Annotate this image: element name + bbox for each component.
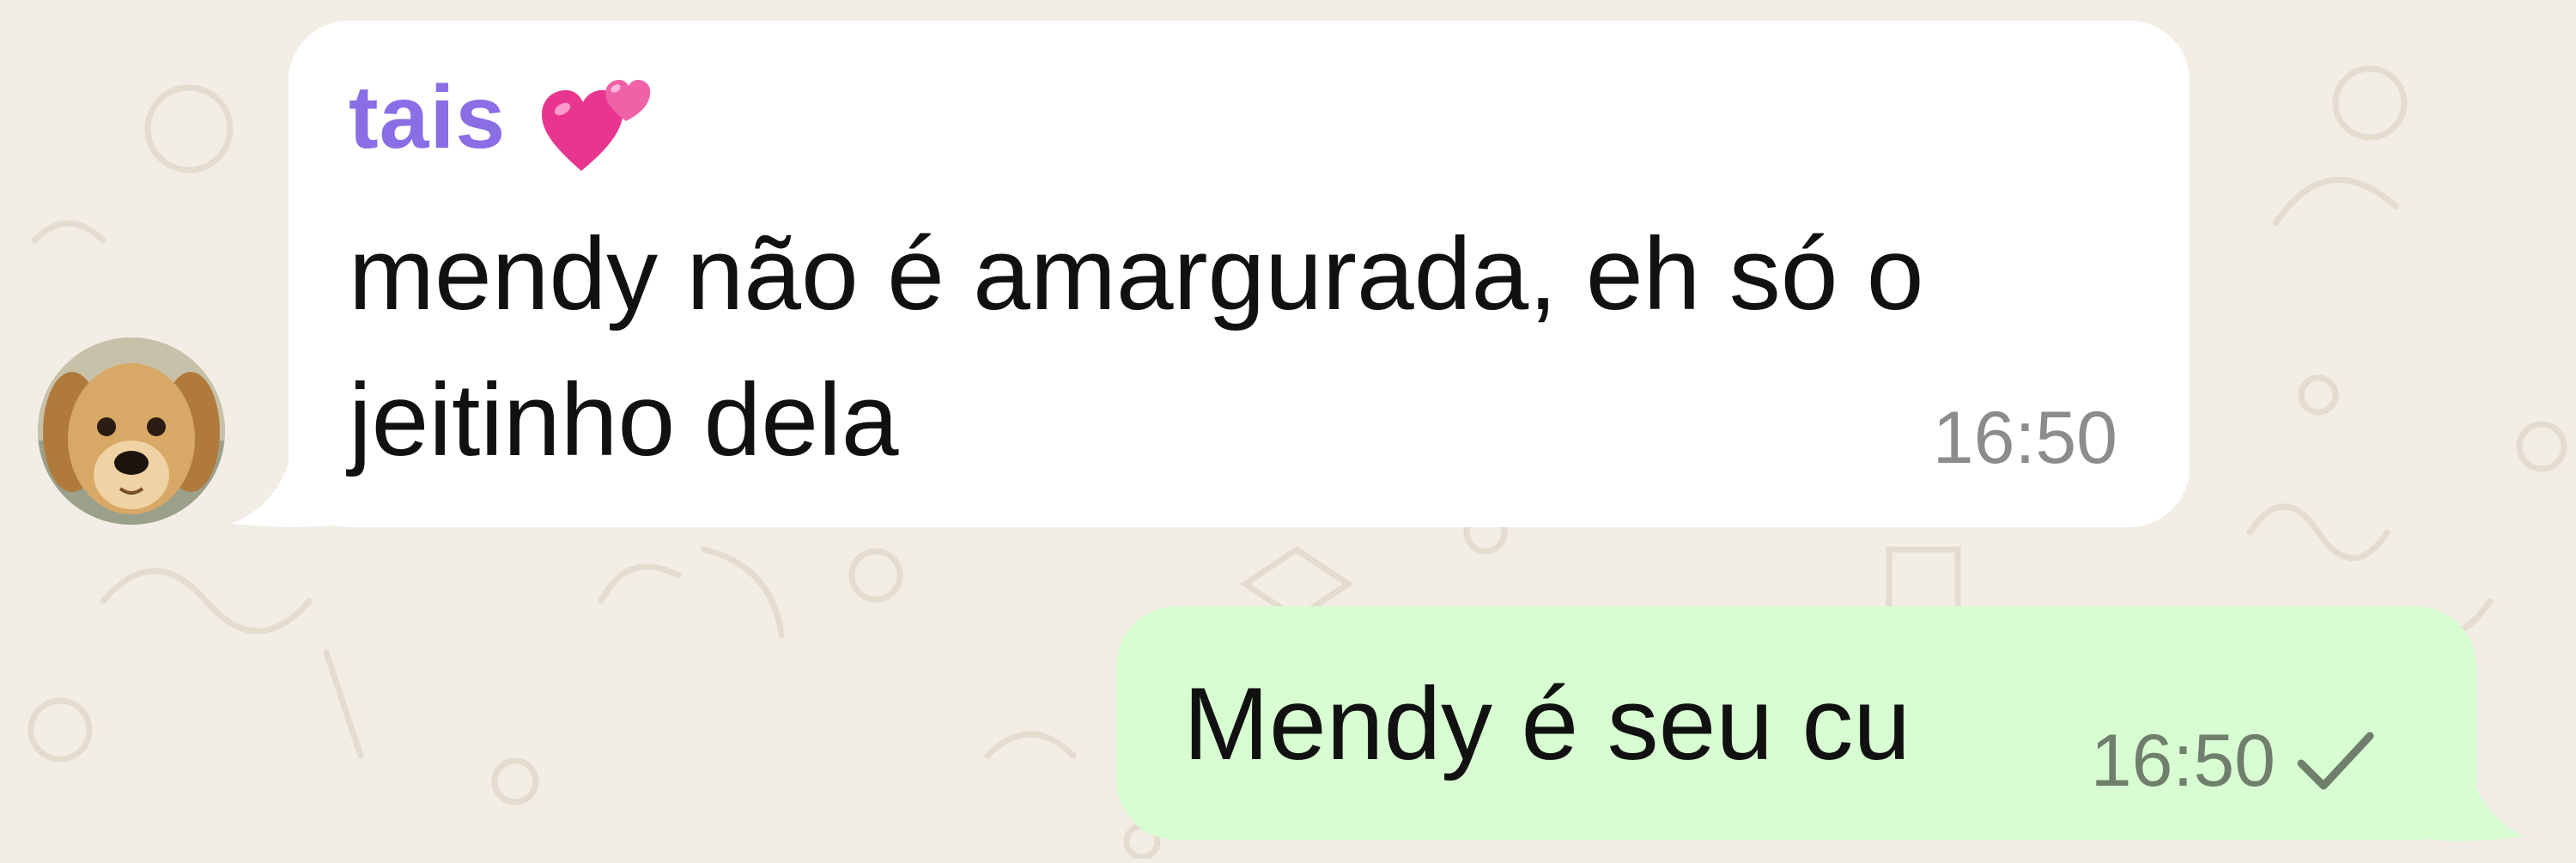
sender-name[interactable]: tais [349,67,506,169]
outgoing-message-meta: 16:50 [2091,719,2377,804]
incoming-message-bubble[interactable]: tais mendy não é amargurada, eh só o jei… [289,21,2190,527]
outgoing-message-bubble[interactable]: Mendy é seu cu 16:50 [1116,606,2476,840]
incoming-message-text: mendy não é amargurada, eh só o jeitinho… [349,216,1924,477]
chat-area[interactable]: tais mendy não é amargurada, eh só o jei… [0,0,2576,859]
single-check-icon [2297,732,2374,789]
sender-avatar[interactable] [38,337,225,525]
sender-row: tais [349,68,657,171]
dog-avatar-image [38,337,225,525]
outgoing-message-time: 16:50 [2090,720,2275,802]
outgoing-message-text: Mendy é seu cu [1183,666,1911,781]
two-hearts-icon [542,80,651,171]
incoming-message-time: 16:50 [1932,397,2117,479]
